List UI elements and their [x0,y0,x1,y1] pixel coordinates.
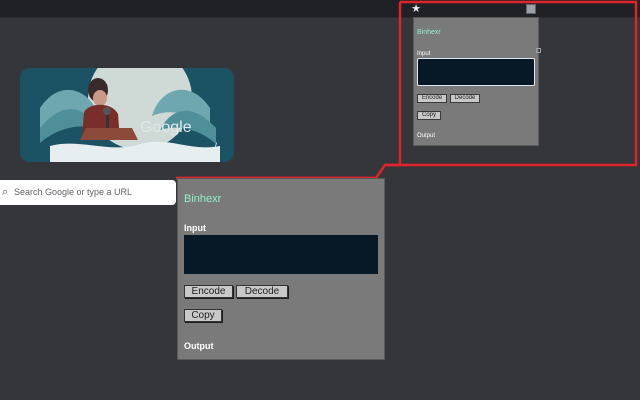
encode-button[interactable]: Encode [184,285,233,298]
encode-button[interactable]: Encode [417,94,447,103]
copy-button[interactable]: Copy [417,111,441,120]
popup-title: Binhexr [184,193,222,205]
copy-button[interactable]: Copy [184,309,222,322]
input-textarea[interactable] [184,235,378,274]
input-label: Input [417,51,431,57]
popup-title: Binhexr [417,29,441,36]
input-textarea[interactable] [417,58,535,86]
input-label: Input [184,223,206,233]
binhexr-popup: Binhexr Input Encode Decode Copy Output [177,178,385,360]
decode-button[interactable]: Decode [450,94,480,103]
decode-button[interactable]: Decode [236,285,288,298]
output-label: Output [184,341,214,351]
popup-pin-icon[interactable] [536,48,541,53]
binhexr-popup-preview: Binhexr Input Encode Decode Copy Output [413,17,539,146]
output-label: Output [417,133,436,139]
